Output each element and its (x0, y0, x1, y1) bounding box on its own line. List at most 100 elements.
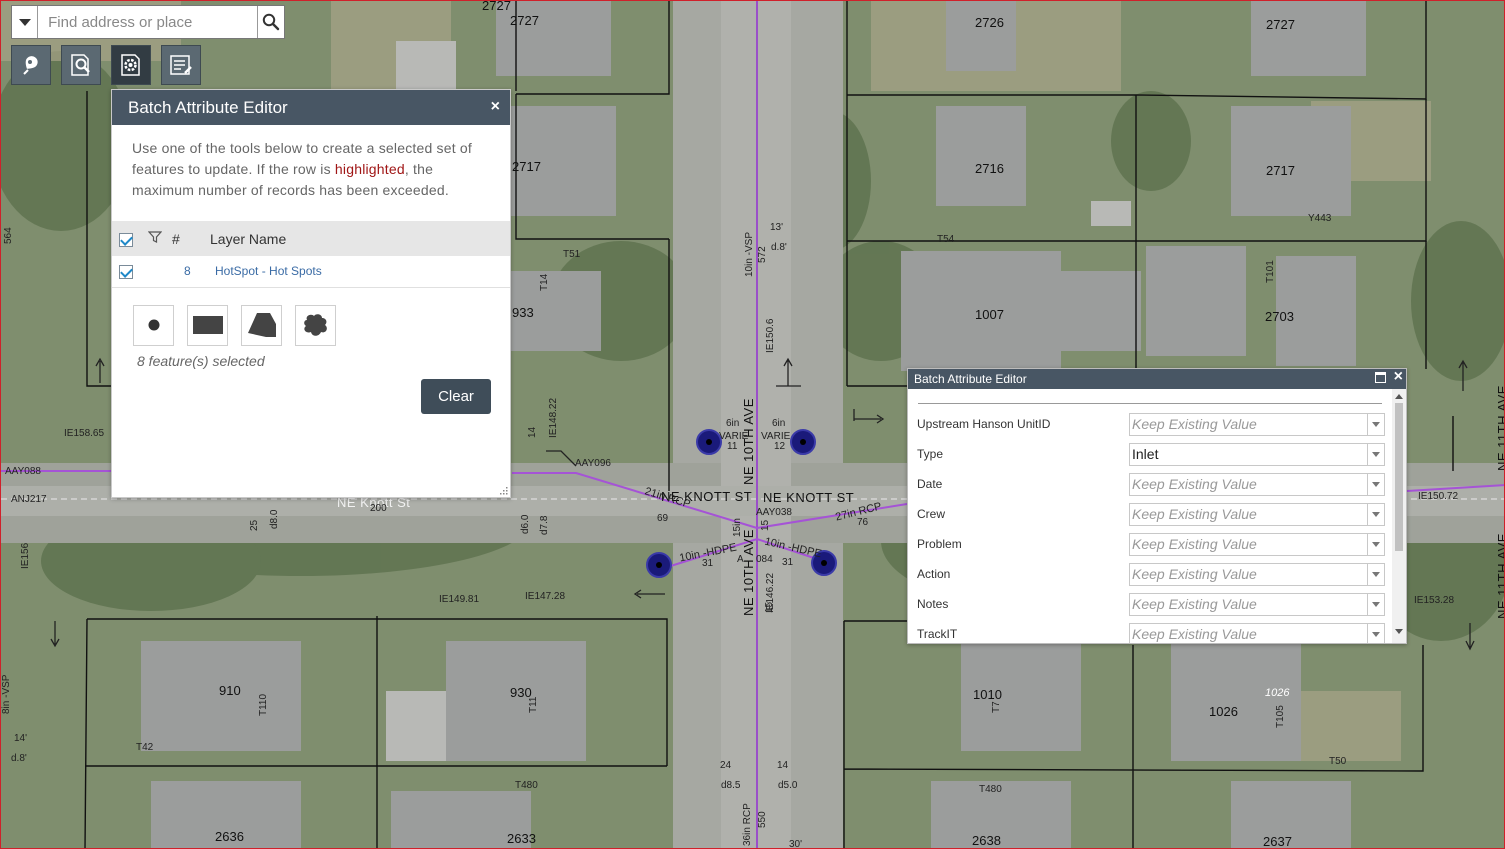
search-input[interactable] (38, 6, 258, 38)
popup-title: Batch Attribute Editor (914, 372, 1027, 386)
notes-select[interactable]: Keep Existing Value (1129, 592, 1385, 616)
map-label: 550 (757, 811, 768, 828)
parcel-label: 2633 (507, 831, 536, 846)
highlighted-text: highlighted (334, 161, 405, 177)
batch-editor-tool-button[interactable] (111, 45, 151, 85)
search-tool-button[interactable] (61, 45, 101, 85)
map-label: IE146.22 (765, 572, 776, 613)
map-label: d.8' (11, 753, 27, 764)
parcel-label: 933 (512, 305, 534, 320)
map-label: IE150.72 (1418, 491, 1459, 502)
attribute-row: Notes Keep Existing Value (908, 589, 1392, 619)
upstream-unitid-select[interactable]: Keep Existing Value (1129, 412, 1385, 436)
street-label: NE KNOTT ST (763, 490, 855, 505)
select-by-polygon-button[interactable] (241, 304, 282, 346)
search-button[interactable] (257, 6, 284, 38)
field-label: Upstream Hanson UnitID (917, 417, 1051, 431)
select-by-point-button[interactable] (133, 304, 174, 346)
map-label: 30' (789, 839, 803, 849)
row-layer-name[interactable]: HotSpot - Hot Spots (209, 256, 510, 288)
maximize-icon[interactable] (1375, 372, 1386, 383)
list-tool-button[interactable] (161, 45, 201, 85)
scrollbar-thumb[interactable] (1395, 403, 1403, 551)
map-label: 13' (770, 222, 784, 233)
map-label: T11 (528, 696, 539, 714)
count-header: # (172, 230, 180, 247)
gear-doc-icon (121, 54, 140, 76)
row-checkbox[interactable] (119, 264, 133, 279)
field-value: Keep Existing Value (1132, 596, 1257, 612)
chevron-down-icon (1367, 563, 1384, 585)
search-source-dropdown[interactable] (12, 6, 39, 38)
parcel-label: 2717 (1266, 163, 1295, 178)
selection-tools (112, 288, 510, 346)
type-select[interactable]: Inlet (1129, 442, 1385, 466)
map-label: T480 (979, 784, 1002, 795)
map-label: 15in (732, 518, 743, 537)
map-label: 31 (702, 558, 714, 569)
map-label: 14 (777, 760, 789, 771)
popup-scrollbar[interactable] (1392, 389, 1406, 643)
map-label: T480 (515, 780, 538, 791)
chevron-down-icon (1367, 473, 1384, 495)
map-label: d8.5 (721, 780, 741, 791)
table-row[interactable]: 8 HotSpot - Hot Spots (112, 256, 510, 288)
panel-title: Batch Attribute Editor (128, 97, 288, 117)
map-label: 6in (726, 418, 740, 429)
location-tool-button[interactable] (11, 45, 51, 85)
map-label: AAY038 (756, 507, 792, 518)
clear-button[interactable]: Clear (421, 379, 491, 414)
action-select[interactable]: Keep Existing Value (1129, 562, 1385, 586)
map-label: IE147.28 (525, 591, 566, 602)
crew-select[interactable]: Keep Existing Value (1129, 502, 1385, 526)
attribute-row: TrackIT Keep Existing Value (908, 619, 1392, 643)
filter-icon[interactable] (147, 230, 163, 244)
panel-instructions: Use one of the tools below to create a s… (112, 125, 510, 221)
map-label: 31 (782, 557, 794, 568)
map-label: T50 (1329, 756, 1347, 767)
widget-toolbar (11, 45, 201, 85)
map-label: AAY096 (575, 458, 611, 469)
select-rectangle-icon (192, 316, 223, 334)
select-by-rectangle-button[interactable] (187, 304, 228, 346)
map-label: 572 (757, 246, 768, 263)
map-label: 564 (3, 227, 14, 244)
row-count: 8 (164, 256, 209, 288)
scroll-down-icon[interactable] (1395, 629, 1403, 634)
street-label: NE 11TH AVE (1495, 385, 1505, 471)
map-label: 14' (14, 733, 28, 744)
select-all-checkbox[interactable] (119, 232, 133, 247)
map-label: 6in (772, 418, 786, 429)
map-label: 25 (249, 519, 260, 531)
map-label: 15 (760, 519, 771, 531)
scroll-up-icon[interactable] (1395, 394, 1403, 399)
select-point-icon (148, 319, 159, 331)
close-icon[interactable]: × (1394, 368, 1403, 386)
attribute-editor-popup: Batch Attribute Editor × Upstream Hanson… (907, 368, 1407, 644)
parcel-label: 1007 (975, 307, 1004, 322)
parcel-label: 1010 (973, 687, 1002, 702)
parcel-label: 1026 (1265, 687, 1290, 699)
field-value: Keep Existing Value (1132, 476, 1257, 492)
select-by-freehand-button[interactable] (295, 304, 336, 346)
field-label: Action (917, 567, 951, 581)
map-label: IE156 (20, 542, 31, 569)
date-select[interactable]: Keep Existing Value (1129, 472, 1385, 496)
parcel-label: 2637 (1263, 834, 1292, 849)
map-label: 36in RCP (742, 803, 753, 846)
field-value: Keep Existing Value (1132, 626, 1257, 642)
close-button[interactable]: × (491, 98, 500, 116)
map-label: T54 (937, 234, 955, 245)
chevron-down-icon (1367, 533, 1384, 555)
parcel-label: 2727 (1266, 17, 1295, 32)
map-label: VARIE (761, 431, 791, 442)
parcel-label: 2727 (482, 0, 511, 13)
field-value: Inlet (1132, 446, 1159, 462)
chevron-down-icon (1367, 503, 1384, 525)
panel-header: Batch Attribute Editor × (112, 90, 510, 125)
map-label: 76 (857, 517, 869, 528)
resize-grip-icon[interactable] (499, 486, 508, 495)
problem-select[interactable]: Keep Existing Value (1129, 532, 1385, 556)
trackit-select[interactable]: Keep Existing Value (1129, 622, 1385, 643)
chevron-down-icon (1367, 413, 1384, 435)
